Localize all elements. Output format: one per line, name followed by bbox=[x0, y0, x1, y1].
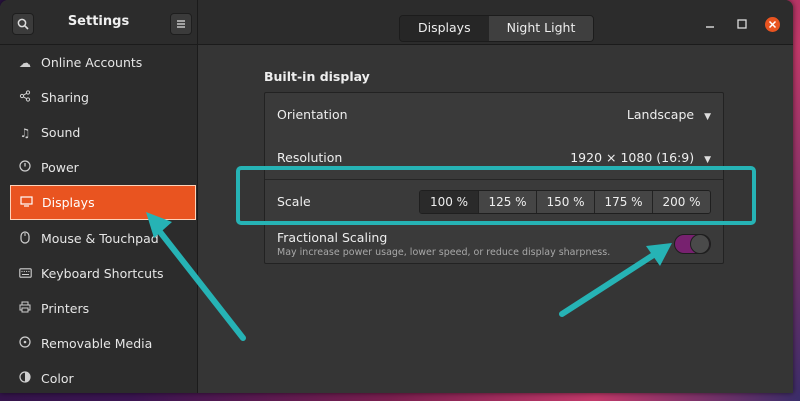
close-button[interactable] bbox=[765, 17, 780, 32]
music-note-icon: ♫ bbox=[19, 125, 31, 140]
printer-icon bbox=[18, 301, 32, 316]
sidebar-header: Settings bbox=[0, 0, 198, 45]
scale-150-button[interactable]: 150 % bbox=[536, 190, 594, 213]
sidebar-item-label: Printers bbox=[41, 301, 90, 316]
cloud-icon: ☁ bbox=[19, 55, 31, 70]
toggle-knob bbox=[690, 234, 710, 254]
chevron-down-icon: ▼ bbox=[704, 111, 711, 122]
chevron-down-icon: ▼ bbox=[704, 154, 711, 165]
orientation-value: Landscape bbox=[626, 106, 695, 122]
orientation-row[interactable]: Orientation Landscape ▼ bbox=[265, 93, 723, 135]
fractional-scaling-description: May increase power usage, lower speed, o… bbox=[277, 247, 611, 258]
minimize-button[interactable] bbox=[703, 18, 717, 32]
fractional-scaling-label: Fractional Scaling bbox=[277, 230, 388, 245]
sidebar-item-label: Displays bbox=[42, 195, 95, 210]
scale-175-button[interactable]: 175 % bbox=[594, 190, 652, 213]
close-icon bbox=[768, 20, 777, 29]
content-header: Displays Night Light bbox=[198, 0, 793, 45]
sidebar-item-printers[interactable]: Printers bbox=[0, 291, 197, 326]
color-icon bbox=[18, 371, 32, 386]
sidebar-item-label: Keyboard Shortcuts bbox=[41, 266, 164, 281]
orientation-dropdown[interactable]: Landscape ▼ bbox=[627, 107, 711, 122]
scale-label: Scale bbox=[277, 194, 311, 209]
sidebar-item-label: Removable Media bbox=[41, 336, 153, 351]
sidebar-item-removable-media[interactable]: Removable Media bbox=[0, 326, 197, 361]
resolution-label: Resolution bbox=[277, 149, 343, 165]
resolution-value: 1920 × 1080 (16:9) bbox=[570, 149, 695, 165]
scale-200-button[interactable]: 200 % bbox=[652, 190, 710, 213]
app-title: Settings bbox=[67, 14, 130, 29]
maximize-icon bbox=[737, 19, 747, 29]
sidebar-item-sharing[interactable]: Sharing bbox=[0, 80, 197, 115]
sidebar-item-label: Power bbox=[41, 160, 79, 175]
sidebar-item-displays[interactable]: Displays bbox=[10, 185, 196, 220]
sidebar-item-keyboard-shortcuts[interactable]: Keyboard Shortcuts bbox=[0, 256, 197, 291]
tab-night-light[interactable]: Night Light bbox=[488, 16, 594, 41]
resolution-row[interactable]: Resolution 1920 × 1080 (16:9) ▼ bbox=[265, 136, 723, 178]
sidebar-item-label: Mouse & Touchpad bbox=[41, 231, 159, 246]
settings-window: Settings Displays Night Light ☁ Online A… bbox=[0, 0, 793, 393]
menu-button[interactable] bbox=[170, 13, 192, 35]
orientation-label: Orientation bbox=[277, 106, 348, 122]
display-settings-card: Orientation Landscape ▼ Resolution 1920 ×… bbox=[264, 92, 724, 264]
maximize-button[interactable] bbox=[735, 18, 749, 32]
title-bar: Settings Displays Night Light bbox=[0, 0, 793, 45]
sidebar-item-power[interactable]: Power bbox=[0, 150, 197, 185]
view-switcher: Displays Night Light bbox=[399, 15, 595, 42]
share-icon bbox=[18, 90, 32, 105]
sidebar-item-label: Sharing bbox=[41, 90, 89, 105]
keyboard-icon bbox=[18, 267, 32, 281]
tab-displays[interactable]: Displays bbox=[400, 16, 489, 41]
mouse-icon bbox=[18, 230, 32, 247]
sidebar-item-mouse-touchpad[interactable]: Mouse & Touchpad bbox=[0, 221, 197, 256]
scale-row: Scale 100 % 125 % 150 % 175 % 200 % bbox=[265, 180, 723, 223]
display-icon bbox=[19, 195, 33, 210]
scale-125-button[interactable]: 125 % bbox=[478, 190, 536, 213]
hamburger-icon bbox=[177, 20, 185, 28]
sidebar-item-label: Online Accounts bbox=[41, 55, 143, 70]
sidebar-item-sound[interactable]: ♫ Sound bbox=[0, 115, 197, 150]
fractional-scaling-row: Fractional Scaling May increase power us… bbox=[265, 224, 723, 264]
resolution-dropdown[interactable]: 1920 × 1080 (16:9) ▼ bbox=[570, 150, 711, 165]
sidebar-item-label: Sound bbox=[41, 125, 81, 140]
section-title: Built-in display bbox=[264, 69, 370, 84]
sidebar: ☁ Online Accounts Sharing ♫ Sound Power … bbox=[0, 45, 198, 393]
fractional-scaling-text: Fractional Scaling May increase power us… bbox=[277, 230, 610, 258]
scale-selector: 100 % 125 % 150 % 175 % 200 % bbox=[419, 189, 711, 214]
sidebar-item-color[interactable]: Color bbox=[0, 361, 197, 393]
media-icon bbox=[18, 336, 32, 351]
fractional-scaling-toggle[interactable] bbox=[674, 234, 711, 254]
scale-100-button[interactable]: 100 % bbox=[420, 190, 478, 213]
sidebar-item-label: Color bbox=[41, 371, 74, 386]
sidebar-item-online-accounts[interactable]: ☁ Online Accounts bbox=[0, 45, 197, 80]
display-settings-panel: Built-in display Orientation Landscape ▼ … bbox=[198, 45, 793, 393]
minimize-icon bbox=[706, 26, 714, 28]
power-icon bbox=[18, 160, 32, 175]
